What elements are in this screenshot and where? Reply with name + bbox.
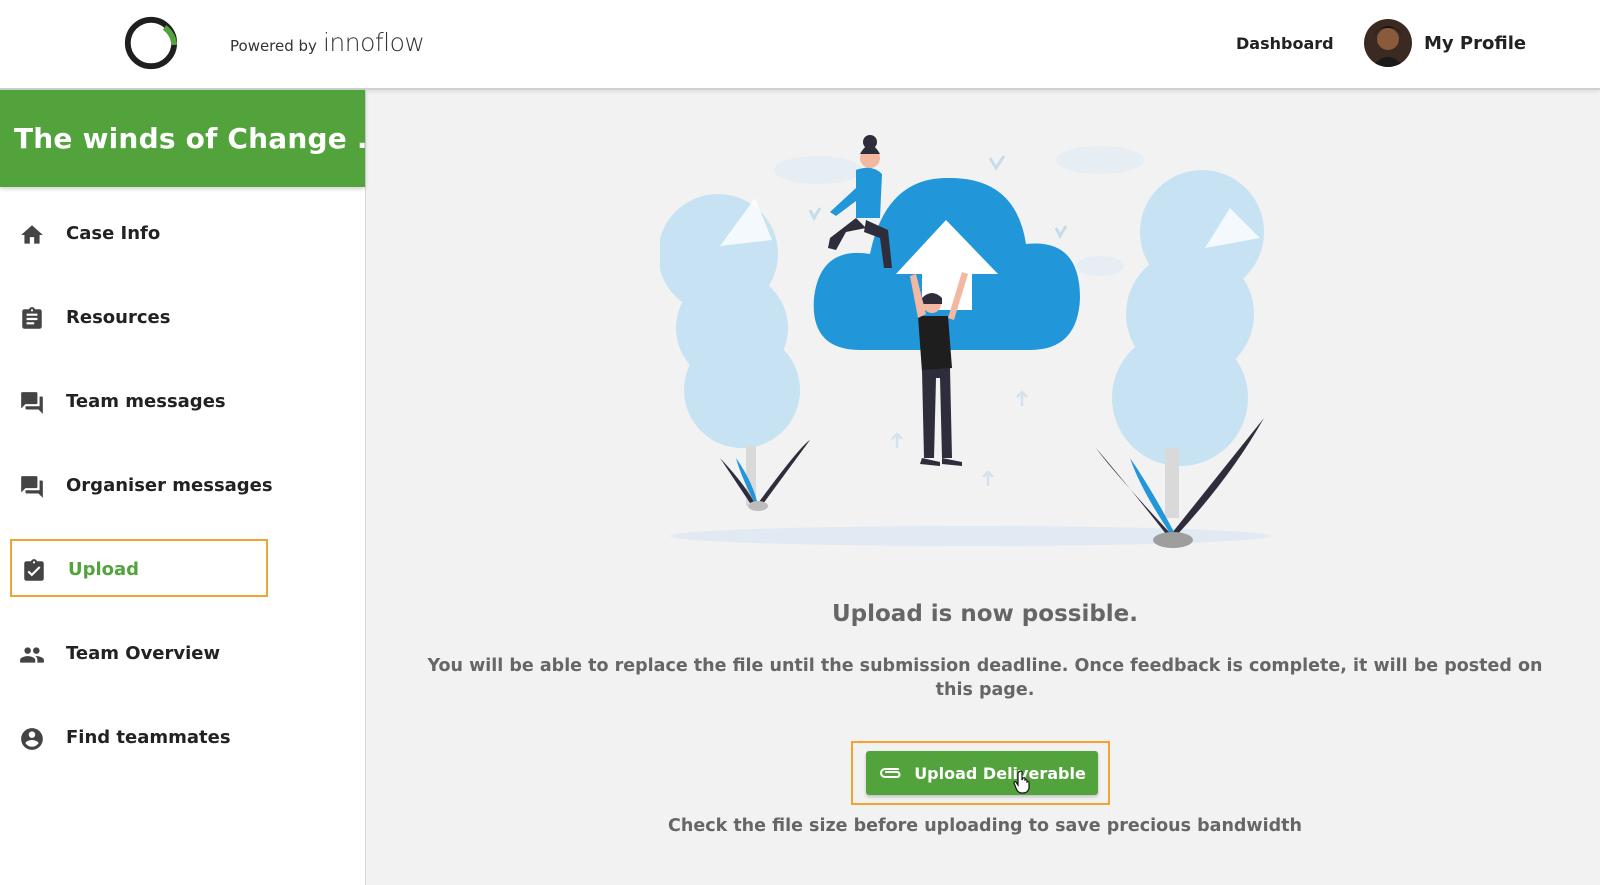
sidebar-item-label: Find teammates [66,727,231,748]
logo-icon[interactable] [122,14,180,72]
clipboard-check-icon [24,559,44,581]
sidebar-item-label: Team messages [66,391,226,412]
paperclip-icon [880,768,901,778]
brand-name: innoflow [322,28,425,57]
sidebar-item-resources[interactable]: Resources [10,289,268,347]
clipboard-icon [22,307,42,329]
sidebar-item-team-messages[interactable]: Team messages [10,373,268,431]
nav-dashboard-link[interactable]: Dashboard [1236,34,1334,53]
case-title: The winds of Change ... [0,90,365,187]
home-icon [21,225,43,244]
powered-by: Powered by innoflow [230,28,425,57]
sidebar-item-label: Team Overview [66,643,221,664]
file-size-hint: Check the file size before uploading to … [668,816,1302,836]
sidebar-item-label: Resources [66,307,171,328]
sidebar-item-label: Upload [68,559,140,580]
powered-by-label: Powered by [230,37,317,55]
avatar[interactable] [1364,19,1412,67]
upload-deliverable-button[interactable]: Upload Deliverable [866,751,1098,795]
my-profile-label: My Profile [1424,32,1527,54]
top-header: Powered by innoflow Dashboard My Profile [0,0,1600,90]
upload-headline: Upload is now possible. [831,601,1139,627]
sidebar-item-upload[interactable]: Upload [10,539,268,597]
upload-deliverable-label: Upload Deliverable [914,763,1086,783]
sidebar-item-team-overview[interactable]: Team Overview [10,625,268,683]
hand-cursor-icon [1013,770,1030,794]
sidebar-item-case-info[interactable]: Case Info [10,205,268,263]
sidebar-item-label: Organiser messages [66,475,273,496]
people-icon [20,647,44,663]
chat-icon [21,476,43,498]
upload-description: You will be able to replace the file unt… [427,656,1543,700]
nav-my-profile[interactable]: My Profile [1364,19,1526,67]
sidebar-item-find-teammates[interactable]: Find teammates [10,709,268,767]
account-circle-icon [21,728,43,750]
chat-icon [21,392,43,414]
upload-illustration [660,135,1270,548]
sidebar: The winds of Change ... Case Info Resour… [0,90,366,885]
sidebar-item-organiser-messages[interactable]: Organiser messages [10,457,273,515]
sidebar-item-label: Case Info [66,223,161,244]
